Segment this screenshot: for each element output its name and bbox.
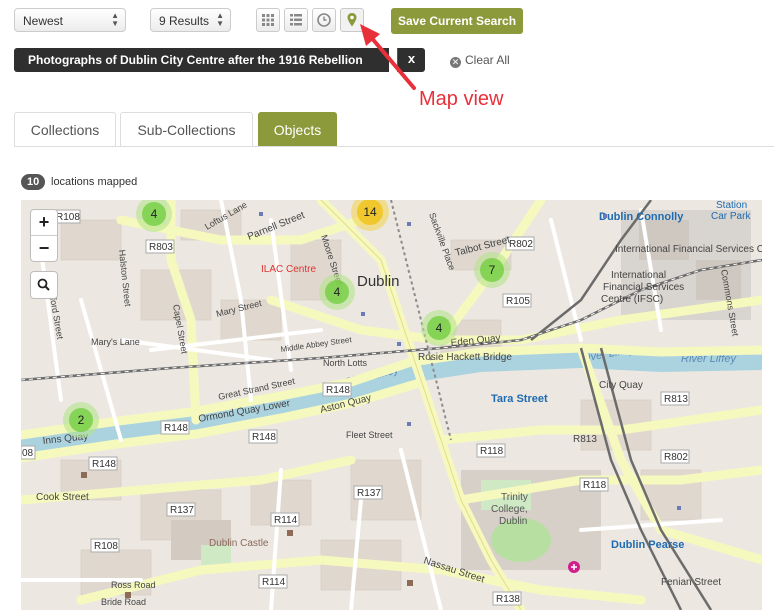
tab-sub-collections[interactable]: Sub-Collections (120, 112, 253, 147)
station-label: Tara Street (491, 393, 548, 405)
cluster-marker[interactable]: 4 (319, 274, 355, 310)
svg-text:08: 08 (22, 448, 34, 459)
zoom-out-button[interactable]: − (31, 236, 57, 261)
results-select-value: 9 Results (159, 14, 210, 28)
station-label: Dublin Pearse (611, 539, 684, 551)
timeline-view-icon (317, 13, 331, 27)
svg-text:R803: R803 (149, 242, 173, 253)
city-label: Dublin (357, 273, 400, 290)
svg-text:R802: R802 (509, 239, 533, 250)
locations-mapped-label: locations mapped (51, 176, 138, 188)
station-car-park-label: Station Car Park (711, 200, 751, 222)
select-arrows-icon: ▲ ▼ (216, 11, 224, 28)
map-search-button[interactable] (30, 271, 58, 299)
sort-select-value: Newest (23, 14, 64, 28)
svg-text:R108: R108 (94, 541, 118, 552)
cluster-count: 7 (489, 263, 496, 277)
locations-count-badge: 10 (21, 174, 46, 190)
street-label: North Lotts (323, 358, 368, 368)
timeline-view-button[interactable] (312, 8, 336, 32)
zoom-control: + − (30, 209, 58, 262)
select-arrows-icon: ▲ ▼ (111, 11, 119, 28)
street-label: Fleet Street (346, 430, 393, 440)
svg-text:R148: R148 (92, 459, 116, 470)
zoom-in-button[interactable]: + (31, 210, 57, 236)
close-circle-icon: ✕ (450, 57, 461, 68)
svg-text:R148: R148 (164, 423, 188, 434)
svg-text:R118: R118 (583, 480, 607, 491)
tab-collections[interactable]: Collections (14, 112, 116, 147)
grid-view-button[interactable] (256, 8, 280, 32)
clear-all-link[interactable]: ✕ Clear All (450, 53, 510, 68)
place-label: International Financial Services Centre … (615, 244, 762, 255)
list-view-icon (290, 14, 302, 26)
cluster-marker[interactable]: 4 (421, 310, 457, 346)
street-label: Bride Road (101, 597, 146, 607)
cluster-count: 4 (334, 285, 341, 299)
station-label: Dublin Connolly (599, 211, 684, 223)
list-view-button[interactable] (284, 8, 308, 32)
tab-objects[interactable]: Objects (258, 112, 337, 147)
svg-text:R813: R813 (664, 394, 688, 405)
street-label: Ross Road (111, 580, 156, 590)
svg-text:R118: R118 (480, 446, 504, 457)
svg-text:R148: R148 (326, 385, 350, 396)
grid-view-icon (262, 14, 274, 26)
street-label: Fenian Street (661, 577, 721, 588)
svg-text:R105: R105 (506, 296, 530, 307)
place-label: ILAC Centre (261, 264, 316, 275)
svg-text:R114: R114 (274, 515, 298, 526)
map-view-annotation: Map view (419, 88, 504, 110)
street-label: Cook Street (36, 492, 89, 503)
svg-text:R108: R108 (56, 212, 80, 223)
svg-text:R137: R137 (357, 488, 381, 499)
svg-text:R137: R137 (170, 505, 194, 516)
bridge-label: Rosie Hackett Bridge (418, 352, 512, 363)
sort-select[interactable]: Newest ▲ ▼ (14, 8, 126, 32)
cluster-count: 2 (78, 413, 85, 427)
clear-all-label: Clear All (465, 53, 510, 67)
cluster-count: 14 (363, 205, 377, 219)
cluster-count: 4 (151, 207, 158, 221)
cluster-marker[interactable]: 2 (63, 402, 99, 438)
annotation-arrow (360, 24, 416, 90)
results-per-page-select[interactable]: 9 Results ▲ ▼ (150, 8, 231, 32)
place-label: Dublin Castle (209, 538, 269, 549)
map-view[interactable]: River Liffey River Liffey River Liffey R… (21, 200, 762, 610)
map-canvas: River Liffey River Liffey River Liffey R… (21, 200, 762, 610)
svg-text:R148: R148 (252, 432, 276, 443)
active-filter-tag: Photographs of Dublin City Centre after … (14, 48, 389, 72)
street-label: R813 (573, 434, 597, 445)
search-icon (37, 278, 50, 291)
tabs-divider (14, 146, 774, 147)
cluster-count: 4 (436, 321, 443, 335)
cluster-marker[interactable]: 7 (474, 252, 510, 288)
street-label: City Quay (599, 380, 643, 391)
svg-text:R114: R114 (262, 577, 286, 588)
street-label: Mary's Lane (91, 337, 140, 347)
svg-text:R138: R138 (496, 594, 520, 605)
svg-text:R802: R802 (664, 452, 688, 463)
